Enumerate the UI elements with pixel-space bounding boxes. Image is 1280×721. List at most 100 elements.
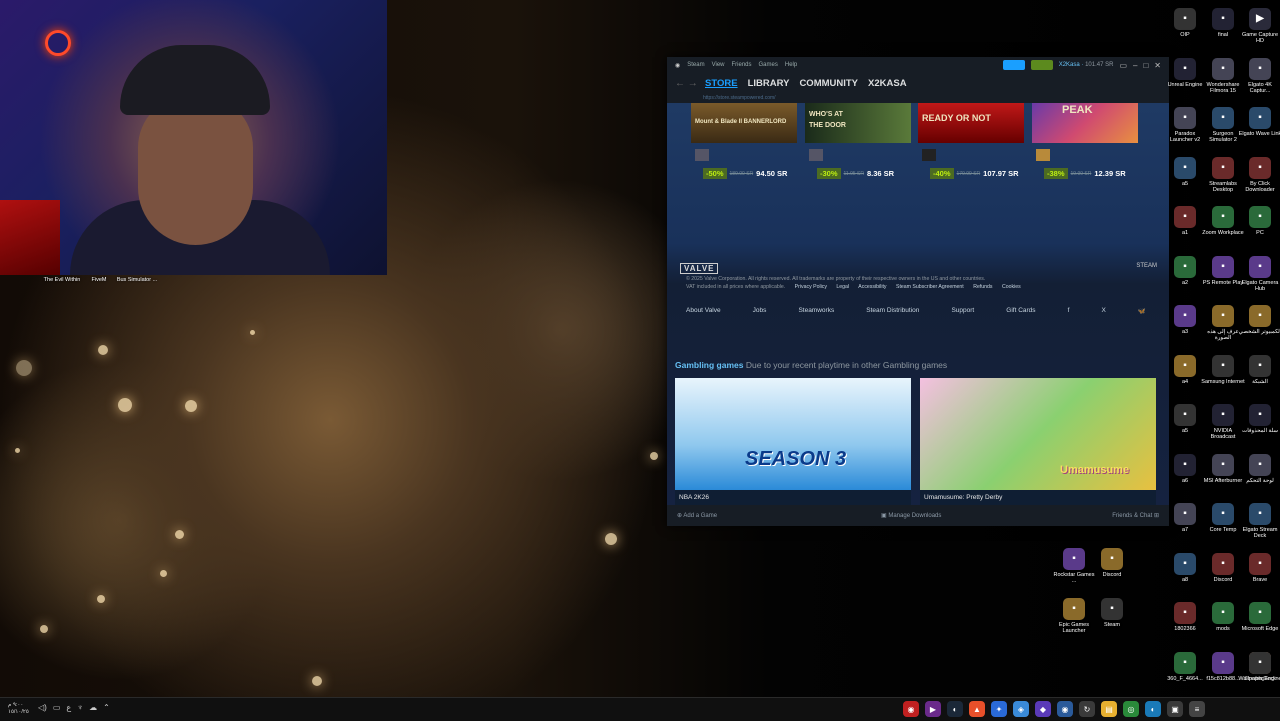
- desktop-icon[interactable]: ▪ Steam: [1090, 598, 1134, 628]
- bigpicture-icon[interactable]: ▭: [1119, 61, 1127, 70]
- titlebar-right: X2Kasa · 101.47 SR ▭ – □ ✕: [1002, 60, 1161, 70]
- privacy-policy-link[interactable]: Privacy Policy: [795, 284, 827, 290]
- desktop-icon[interactable]: ▪ Brave: [1238, 552, 1280, 583]
- game-card[interactable]: WHO'S AT THE DOOR -30% 11.95 SR 8.36 SR: [805, 103, 911, 183]
- forward-arrow-icon[interactable]: →: [688, 78, 698, 89]
- app-icon: ▪: [1249, 206, 1271, 228]
- final-price: 12.39 SR: [1094, 169, 1126, 178]
- maximize-icon[interactable]: □: [1143, 61, 1148, 70]
- language-indicator[interactable]: ع: [66, 703, 71, 712]
- back-arrow-icon[interactable]: ←: [675, 78, 685, 89]
- wallpaper-bokeh: [250, 330, 255, 335]
- desktop-icon[interactable]: ▪ Elgato 4K Captur...: [1238, 57, 1280, 94]
- game-title: PEAK: [1062, 104, 1093, 116]
- desktop-icon[interactable]: ▪ Elgato Camera Hub: [1238, 255, 1280, 292]
- recommended-game-card[interactable]: SEASON 3 NBA 2K26: [675, 378, 911, 505]
- refunds-link[interactable]: Refunds: [973, 284, 992, 290]
- tab-profile[interactable]: X2KASA: [868, 78, 907, 89]
- discount-badge: -30%: [817, 168, 841, 179]
- announce-button[interactable]: [1002, 60, 1025, 70]
- desktop-icon[interactable]: ▶ Game Capture HD: [1238, 8, 1280, 44]
- steam-distribution-link[interactable]: Steam Distribution: [866, 307, 919, 315]
- taskbar-app-icon[interactable]: ◈: [1013, 701, 1029, 717]
- desktop-icon[interactable]: ▪ Wallpaper Engine: [1238, 651, 1280, 682]
- bluesky-icon[interactable]: 🦋: [1138, 307, 1146, 315]
- desktop-icon[interactable]: ▪ By Click Downloader: [1238, 156, 1280, 193]
- jobs-link[interactable]: Jobs: [753, 307, 767, 315]
- app-icon: ▪: [1212, 552, 1234, 575]
- manage-downloads-button[interactable]: ▣ Manage Downloads: [881, 512, 941, 519]
- taskbar-app-icon[interactable]: ↻: [1079, 701, 1095, 717]
- network-icon[interactable]: ▭: [53, 703, 61, 712]
- desktop-icon[interactable]: ▪ Elgato Wave Link: [1238, 107, 1280, 137]
- support-link[interactable]: Support: [951, 307, 974, 315]
- taskbar-app-icon[interactable]: ◉: [1057, 701, 1073, 717]
- onedrive-icon[interactable]: ☁: [89, 703, 97, 712]
- close-icon[interactable]: ✕: [1154, 61, 1161, 70]
- tab-community[interactable]: COMMUNITY: [799, 78, 858, 89]
- taskbar-app-icon[interactable]: ✦: [991, 701, 1007, 717]
- mic-icon[interactable]: ♆: [77, 703, 83, 712]
- wallpaper-bokeh: [15, 448, 20, 453]
- steamworks-link[interactable]: Steamworks: [798, 307, 834, 315]
- tray-chevron-icon[interactable]: ⌃: [103, 703, 110, 712]
- add-game-button[interactable]: ⊕ Add a Game: [677, 512, 717, 519]
- legal-link[interactable]: Legal: [836, 284, 849, 290]
- desktop-icon[interactable]: ▪ Discord: [1090, 548, 1134, 578]
- desktop-icon-label: الكمبيوتر الشخصي: [1238, 329, 1280, 335]
- steam-logo[interactable]: STEAM: [1136, 263, 1157, 269]
- taskbar-app-icon[interactable]: ≡: [1189, 701, 1205, 717]
- taskbar-steam-icon[interactable]: ◐: [947, 701, 963, 717]
- desktop-icon[interactable]: ▪ لوحة التحكم: [1238, 453, 1280, 484]
- accessibility-link[interactable]: Accessibility: [858, 284, 886, 290]
- desktop-icon[interactable]: ▪ الشبكة: [1238, 354, 1280, 385]
- menu-games[interactable]: Games: [759, 62, 778, 69]
- desktop-icon-bus-simulator[interactable]: Bus Simulator ...: [115, 277, 159, 283]
- vat-text: VAT included in all prices where applica…: [686, 284, 786, 290]
- game-card[interactable]: READY OR NOT -40% 179.99 SR 107.97 SR: [918, 103, 1024, 183]
- tab-store[interactable]: STORE: [705, 78, 738, 89]
- tab-library[interactable]: LIBRARY: [748, 78, 790, 89]
- steam-titlebar: ◉ Steam View Friends Games Help X2Kasa ·…: [667, 57, 1169, 74]
- menu-steam[interactable]: Steam: [687, 62, 704, 69]
- taskbar-explorer-icon[interactable]: ▤: [1101, 701, 1117, 717]
- facebook-icon[interactable]: f: [1068, 307, 1070, 315]
- game-capsule: WHO'S AT THE DOOR: [805, 103, 911, 143]
- about-valve-link[interactable]: About Valve: [686, 307, 721, 315]
- taskbar-clock[interactable]: ٩:٠٠ م ١٥/١٠/٢٥: [8, 702, 29, 716]
- desktop-icon[interactable]: ▪ سلة المحذوفات: [1238, 404, 1280, 434]
- gift-cards-link[interactable]: Gift Cards: [1006, 307, 1035, 315]
- friends-chat-button[interactable]: Friends & Chat ⊞: [1112, 512, 1159, 519]
- cookies-link[interactable]: Cookies: [1002, 284, 1021, 290]
- taskbar-app-icon[interactable]: ◉: [903, 701, 919, 717]
- section-title[interactable]: Gambling games: [675, 360, 744, 370]
- menu-help[interactable]: Help: [785, 62, 797, 69]
- taskbar-app-icon[interactable]: ◆: [1035, 701, 1051, 717]
- store-footer: VALVE STEAM © 2025 Valve Corporation. Al…: [667, 259, 1169, 343]
- notifications-button[interactable]: [1030, 60, 1053, 70]
- subscriber-agreement-link[interactable]: Steam Subscriber Agreement: [896, 284, 964, 290]
- taskbar-chrome-icon[interactable]: ◎: [1123, 701, 1139, 717]
- taskbar-app-icon[interactable]: ▶: [925, 701, 941, 717]
- account-menu[interactable]: X2Kasa · 101.47 SR: [1059, 62, 1114, 68]
- game-title: READY OR NOT: [922, 113, 991, 123]
- menu-view[interactable]: View: [712, 62, 725, 69]
- app-icon: ▪: [1174, 602, 1196, 624]
- taskbar-app-icon[interactable]: ▣: [1167, 701, 1183, 717]
- game-card[interactable]: Mount & Blade II BANNERLORD -50% 189.00 S…: [691, 103, 797, 183]
- desktop-icon[interactable]: ▪ PC: [1238, 206, 1280, 236]
- volume-icon[interactable]: ◁): [38, 703, 47, 712]
- game-thumbnail: [695, 149, 709, 161]
- game-card[interactable]: PEAK -38% 19.99 SR 12.39 SR: [1032, 103, 1138, 183]
- desktop-icon[interactable]: ▪ الكمبيوتر الشخصي: [1238, 305, 1280, 335]
- game-capsule: PEAK: [1032, 103, 1138, 143]
- x-icon[interactable]: X: [1101, 307, 1105, 315]
- taskbar-edge-icon[interactable]: ◐: [1145, 701, 1161, 717]
- desktop-icon[interactable]: ▪ Elgato Stream Deck: [1238, 503, 1280, 539]
- menu-friends[interactable]: Friends: [732, 62, 752, 69]
- valve-logo[interactable]: VALVE: [680, 263, 719, 274]
- recommended-game-card[interactable]: Umamusume Umamusume: Pretty Derby: [920, 378, 1156, 505]
- desktop-icon[interactable]: ▪ Microsoft Edge: [1238, 602, 1280, 632]
- taskbar-brave-icon[interactable]: ▲: [969, 701, 985, 717]
- minimize-icon[interactable]: –: [1133, 61, 1137, 70]
